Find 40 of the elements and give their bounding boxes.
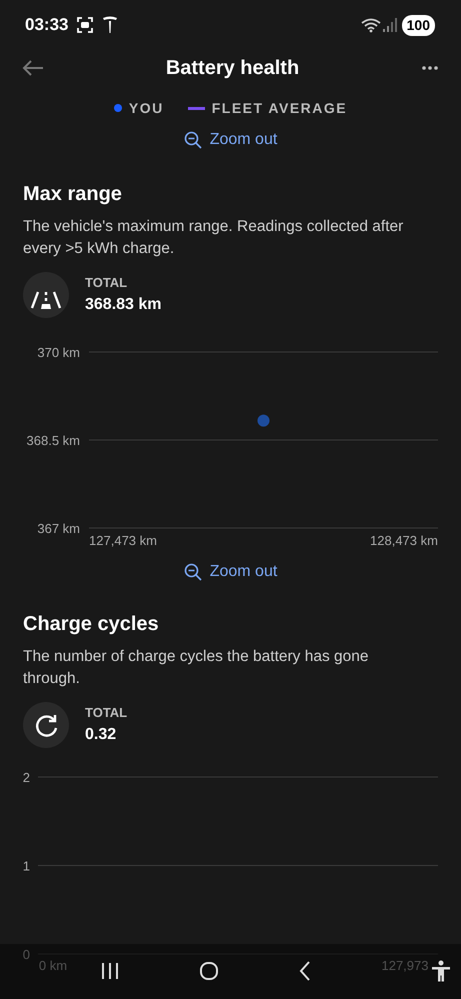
car-logo-icon: [102, 16, 118, 34]
section-title: Max range: [22, 182, 123, 206]
battery-level: 100: [402, 14, 435, 36]
zoom-out-link[interactable]: Zoom out: [184, 128, 278, 152]
y-axis-label: 0: [22, 947, 30, 962]
total-value: 0.32: [85, 724, 118, 745]
x-axis-label: 0 km: [38, 958, 68, 973]
zoom-out-icon: [184, 131, 202, 149]
wifi-icon: [360, 17, 382, 33]
legend-label: FLEET AVERAGE: [212, 98, 348, 118]
page-title: Battery health: [166, 56, 300, 81]
zoom-out-link[interactable]: Zoom out: [184, 560, 278, 584]
section-title: Charge cycles: [22, 612, 160, 636]
legend-label: YOU: [128, 98, 164, 118]
total-label: TOTAL: [85, 704, 128, 722]
y-axis-label: 1: [22, 858, 30, 874]
screenshot-icon: [76, 16, 94, 34]
y-axis-label: 367 km: [37, 521, 80, 536]
y-axis-label: 368.5 km: [26, 433, 80, 448]
section-description: The number of charge cycles the battery has gone through.: [22, 647, 370, 689]
refresh-icon: [23, 702, 69, 748]
home-icon: [199, 961, 220, 982]
y-axis-label: 2: [22, 770, 30, 785]
person-icon: [431, 960, 451, 982]
clock-time: 03:33: [25, 14, 68, 36]
total-label: TOTAL: [85, 274, 128, 292]
zoom-out-icon: [184, 563, 202, 581]
x-axis-label: 127,973: [382, 958, 428, 973]
total-value: 368.83 km: [85, 294, 162, 315]
signal-icon: [382, 17, 398, 33]
back-chevron-icon: [299, 961, 312, 982]
data-point: [258, 414, 270, 427]
x-axis-label: 128,473 km: [370, 533, 438, 548]
y-axis-label: 370 km: [37, 345, 80, 360]
back-arrow-icon: [22, 58, 44, 77]
more-icon: [421, 64, 439, 71]
road-icon: [23, 272, 69, 318]
x-axis-label: 127,473 km: [89, 533, 157, 548]
section-description: The vehicle's maximum range. Readings collected after every >5 kWh charge.: [22, 217, 404, 259]
recent-apps-icon: [100, 962, 120, 980]
